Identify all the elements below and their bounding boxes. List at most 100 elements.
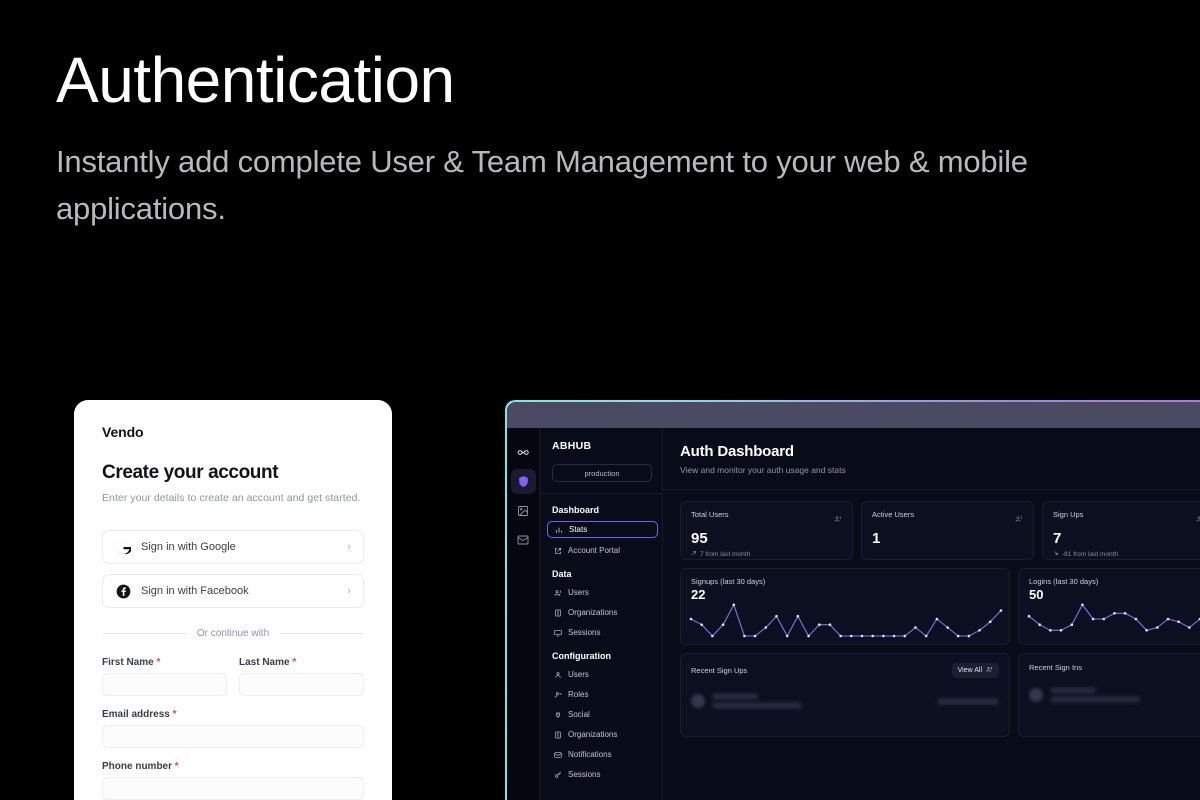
stat-card-top: Total Users bbox=[691, 510, 842, 528]
sidebar-item-account-portal[interactable]: Account Portal bbox=[552, 543, 652, 558]
first-name-input[interactable] bbox=[102, 673, 227, 696]
stat-label: Total Users bbox=[691, 510, 729, 519]
dashboard-subtitle: View and monitor your auth usage and sta… bbox=[680, 465, 846, 475]
stat-value: 7 bbox=[1053, 530, 1062, 547]
sidebar-item-data-organizations[interactable]: Organizations bbox=[552, 605, 652, 620]
external-link-icon bbox=[553, 546, 562, 555]
phone-label-text: Phone number bbox=[102, 761, 173, 772]
shield-icon[interactable] bbox=[510, 469, 536, 494]
chevron-right-icon: › bbox=[347, 541, 351, 553]
sidebar-item-config-notifications[interactable]: Notifications bbox=[552, 747, 652, 762]
stat-value: 1 bbox=[872, 530, 881, 547]
brand-name: Vendo bbox=[102, 424, 144, 440]
sidebar-item-label: Sessions bbox=[568, 628, 601, 637]
sidebar-item-label: Account Portal bbox=[568, 546, 621, 555]
sidebar-item-label: Organizations bbox=[568, 730, 618, 739]
required-marker: * bbox=[156, 657, 161, 668]
nav-group-title-configuration: Configuration bbox=[552, 651, 611, 661]
phone-label: Phone number * bbox=[102, 761, 364, 772]
chart-card-logins: Logins (last 30 days) 50 bbox=[1018, 568, 1200, 645]
name-field-row: First Name * Last Name * bbox=[102, 657, 364, 709]
window-titlebar[interactable] bbox=[507, 402, 1200, 428]
signup-card: Vendo Create your account Enter your det… bbox=[74, 400, 392, 800]
last-name-field-group: Last Name * bbox=[239, 657, 364, 696]
sidebar-item-config-social[interactable]: Social bbox=[552, 707, 652, 722]
view-all-label: View All bbox=[957, 667, 982, 674]
sidebar-item-config-roles[interactable]: Roles bbox=[552, 687, 652, 702]
sidebar-item-config-sessions[interactable]: Sessions bbox=[552, 767, 652, 782]
signup-card-title: Create your account bbox=[102, 462, 279, 483]
sidebar-item-label: Organizations bbox=[568, 608, 618, 617]
chart-title: Logins (last 30 days) bbox=[1029, 577, 1099, 586]
stat-value: 95 bbox=[691, 530, 708, 547]
nav-group-configuration: Configuration Users Roles Social Organiz… bbox=[552, 651, 652, 782]
user-icon bbox=[553, 670, 562, 679]
dashboard-window: ABHUB production Dashboard Stats Account… bbox=[505, 400, 1200, 800]
recent-card-row: Recent Sign Ups View All Recent Sign Ins bbox=[663, 645, 1200, 737]
image-icon[interactable] bbox=[511, 498, 536, 523]
users-icon bbox=[834, 510, 842, 528]
last-name-label: Last Name * bbox=[239, 657, 364, 668]
list-item[interactable] bbox=[691, 694, 999, 708]
first-name-label: First Name * bbox=[102, 657, 227, 668]
sidebar-item-data-users[interactable]: Users bbox=[552, 585, 652, 600]
logins-sparkline bbox=[1027, 603, 1200, 632]
stat-label: Sign Ups bbox=[1053, 510, 1084, 519]
sidebar-item-label: Users bbox=[568, 588, 589, 597]
users-icon bbox=[553, 588, 562, 597]
monitor-icon bbox=[553, 628, 562, 637]
stat-card-active-users: Active Users 1 bbox=[861, 501, 1034, 560]
list-item[interactable] bbox=[1029, 688, 1200, 702]
sign-in-with-google-button[interactable]: Sign in with Google › bbox=[102, 530, 364, 564]
google-button-label: Sign in with Google bbox=[141, 541, 236, 553]
email-input[interactable] bbox=[102, 725, 364, 748]
sidebar-item-label: Notifications bbox=[568, 750, 612, 759]
app-icon-rail bbox=[507, 428, 540, 800]
recent-signins-title: Recent Sign Ins bbox=[1029, 663, 1082, 672]
divider-line-left bbox=[102, 633, 187, 634]
sidebar-item-stats[interactable]: Stats bbox=[547, 521, 658, 538]
nav-group-title-dashboard: Dashboard bbox=[552, 505, 600, 515]
phone-input[interactable] bbox=[102, 777, 364, 800]
sidebar-item-data-sessions[interactable]: Sessions bbox=[552, 625, 652, 640]
nav-group-dashboard: Dashboard Stats Account Portal bbox=[547, 505, 658, 558]
oauth-button-list: Sign in with Google › Sign in with Faceb… bbox=[102, 530, 364, 608]
stat-delta: 7 from last month bbox=[691, 550, 842, 558]
user-check-icon bbox=[553, 690, 562, 699]
required-marker: * bbox=[174, 761, 179, 772]
mail-icon[interactable] bbox=[511, 527, 536, 552]
dashboard-sidebar: ABHUB production Dashboard Stats Account… bbox=[540, 428, 663, 800]
facebook-button-label: Sign in with Facebook bbox=[141, 585, 249, 597]
chart-card-row: Signups (last 30 days) 22 Logins (last 3… bbox=[663, 560, 1200, 645]
user-email-redacted bbox=[712, 703, 802, 708]
phone-field-group: Phone number * bbox=[102, 761, 364, 800]
stat-card-top: Active Users bbox=[872, 510, 1023, 528]
chart-title: Signups (last 30 days) bbox=[691, 577, 766, 586]
nav-group-title-data: Data bbox=[552, 569, 572, 579]
environment-selector[interactable]: production bbox=[552, 464, 652, 482]
sidebar-item-config-users[interactable]: Users bbox=[552, 667, 652, 682]
recent-signups-header: Recent Sign Ups View All bbox=[691, 663, 999, 678]
hero-section: Authentication Instantly add complete Us… bbox=[56, 48, 1156, 232]
page-title: Authentication bbox=[56, 44, 455, 116]
infinity-icon[interactable] bbox=[511, 440, 536, 465]
last-name-label-text: Last Name bbox=[239, 657, 290, 668]
stat-delta-text: -81 from last month bbox=[1062, 550, 1118, 558]
view-all-button[interactable]: View All bbox=[951, 663, 999, 678]
stat-label: Active Users bbox=[872, 510, 915, 519]
sidebar-item-config-organizations[interactable]: Organizations bbox=[552, 727, 652, 742]
signup-card-subtitle: Enter your details to create an account … bbox=[102, 492, 361, 504]
plug-icon bbox=[553, 710, 562, 719]
first-name-field-group: First Name * bbox=[102, 657, 227, 696]
building-icon bbox=[553, 730, 562, 739]
sidebar-item-label: Sessions bbox=[568, 770, 601, 779]
building-icon bbox=[553, 608, 562, 617]
user-identity bbox=[1050, 688, 1140, 702]
sign-in-with-facebook-button[interactable]: Sign in with Facebook › bbox=[102, 574, 364, 608]
signups-sparkline bbox=[689, 603, 1003, 638]
stat-delta: -81 from last month bbox=[1053, 550, 1200, 558]
dashboard-body: ABHUB production Dashboard Stats Account… bbox=[507, 428, 1200, 800]
bar-chart-icon bbox=[554, 525, 563, 534]
last-name-input[interactable] bbox=[239, 673, 364, 696]
divider-line-right bbox=[279, 633, 365, 634]
